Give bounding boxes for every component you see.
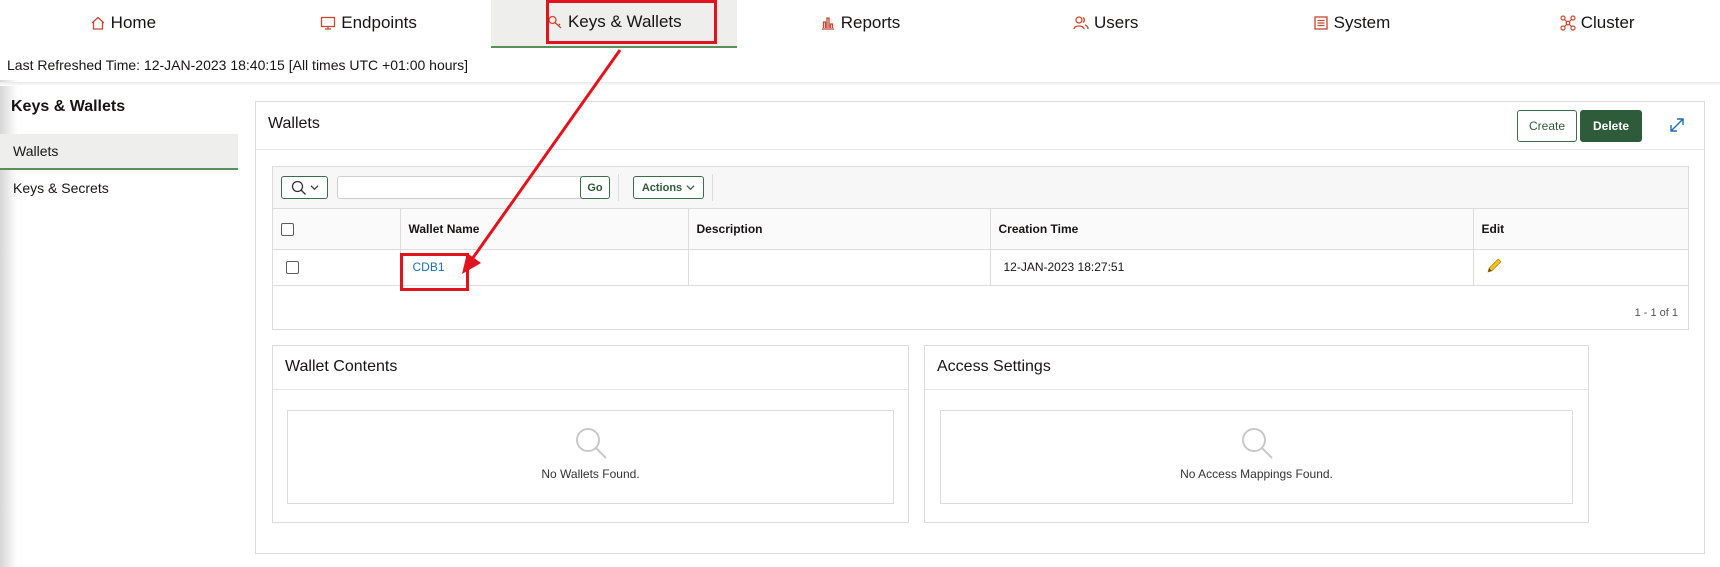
- tab-users[interactable]: Users: [983, 0, 1229, 48]
- pencil-icon[interactable]: [1486, 257, 1503, 274]
- header-divider: [0, 82, 1720, 86]
- system-icon: [1313, 16, 1328, 30]
- chevron-down-icon: [686, 185, 695, 191]
- search-column-button[interactable]: [281, 176, 328, 199]
- wallets-region-title: Wallets: [268, 115, 320, 132]
- wallets-region-header: Wallets Create Delete: [256, 102, 1704, 150]
- access-settings-empty: No Access Mappings Found.: [940, 410, 1573, 504]
- tab-cluster-label: Cluster: [1580, 13, 1635, 32]
- toolbar-separator: [618, 174, 619, 201]
- empty-message: No Access Mappings Found.: [1180, 467, 1333, 481]
- wallet-name-link[interactable]: CDB1: [413, 260, 445, 274]
- actions-label: Actions: [641, 181, 683, 194]
- report-toolbar: Go Actions: [273, 167, 1688, 209]
- sidebar-item-wallets[interactable]: Wallets: [0, 134, 238, 170]
- column-header-edit: Edit: [1473, 209, 1688, 250]
- description-cell: [688, 249, 991, 286]
- wallets-table: Wallet Name Description Creation Time Ed…: [273, 209, 1688, 286]
- tab-cluster[interactable]: Cluster: [1474, 0, 1720, 48]
- table-header-row: Wallet Name Description Creation Time Ed…: [273, 209, 1688, 250]
- tab-endpoints[interactable]: Endpoints: [246, 0, 492, 48]
- tab-home-label: Home: [110, 13, 157, 32]
- empty-message: No Wallets Found.: [541, 467, 640, 481]
- search-input[interactable]: [337, 176, 584, 199]
- home-icon: [91, 16, 105, 30]
- edit-cell: [1473, 249, 1688, 286]
- expand-icon[interactable]: [1667, 115, 1687, 135]
- create-button[interactable]: Create: [1517, 110, 1577, 142]
- toolbar-separator: [712, 174, 713, 201]
- go-button[interactable]: Go: [580, 176, 610, 199]
- pagination-text: 1 - 1 of 1: [1634, 307, 1678, 319]
- top-navigation: Home Endpoints Keys & Wallets Reports Us…: [0, 0, 1720, 48]
- cluster-icon: [1560, 15, 1576, 31]
- column-header-description[interactable]: Description: [688, 209, 991, 250]
- tab-home[interactable]: Home: [0, 0, 246, 48]
- tab-keys-wallets-label: Keys & Wallets: [567, 12, 682, 31]
- sidebar-item-keys-secrets[interactable]: Keys & Secrets: [0, 170, 238, 206]
- tab-reports[interactable]: Reports: [737, 0, 983, 48]
- row-select-cell: [273, 249, 401, 286]
- wallet-name-cell: CDB1: [400, 249, 689, 286]
- sidebar-item-label: Wallets: [13, 143, 59, 159]
- access-settings-region: Access Settings No Access Mappings Found…: [924, 345, 1589, 523]
- monitor-icon: [321, 16, 336, 30]
- search-icon: [575, 428, 607, 459]
- key-icon: [548, 15, 562, 29]
- actions-menu-button[interactable]: Actions: [633, 176, 704, 199]
- table-row: CDB1 12-JAN-2023 18:27:51: [273, 249, 1688, 286]
- select-all-header: [273, 209, 401, 250]
- tab-system[interactable]: System: [1229, 0, 1475, 48]
- wallet-contents-title: Wallet Contents: [273, 346, 908, 390]
- row-checkbox[interactable]: [286, 261, 299, 275]
- search-icon: [291, 180, 306, 195]
- tab-system-label: System: [1333, 13, 1391, 32]
- wallets-region: Wallets Create Delete Go Actions Wallet …: [255, 101, 1705, 554]
- search-icon: [1241, 428, 1273, 459]
- wallet-contents-region: Wallet Contents No Wallets Found.: [272, 345, 909, 523]
- bar-chart-icon: [821, 17, 834, 30]
- delete-button[interactable]: Delete: [1580, 110, 1642, 142]
- wallet-contents-empty: No Wallets Found.: [287, 410, 894, 504]
- tab-keys-wallets[interactable]: Keys & Wallets: [491, 0, 738, 48]
- creation-time-cell: 12-JAN-2023 18:27:51: [990, 249, 1474, 286]
- column-header-creation-time[interactable]: Creation Time: [990, 209, 1474, 250]
- column-header-wallet-name[interactable]: Wallet Name: [400, 209, 689, 250]
- tab-users-label: Users: [1094, 13, 1139, 32]
- sidebar-title: Keys & Wallets: [11, 98, 126, 115]
- last-refreshed-time: Last Refreshed Time: 12-JAN-2023 18:40:1…: [7, 57, 469, 73]
- sidebar: Keys & Wallets Wallets Keys & Secrets: [0, 90, 238, 206]
- tab-reports-label: Reports: [840, 13, 901, 32]
- chevron-down-icon: [309, 185, 319, 191]
- sidebar-item-label: Keys & Secrets: [13, 180, 109, 196]
- select-all-checkbox[interactable]: [281, 222, 294, 236]
- tab-endpoints-label: Endpoints: [341, 13, 417, 32]
- access-settings-title: Access Settings: [925, 346, 1588, 390]
- users-icon: [1073, 16, 1089, 30]
- wallets-report: Go Actions Wallet Name Description Creat…: [272, 166, 1689, 330]
